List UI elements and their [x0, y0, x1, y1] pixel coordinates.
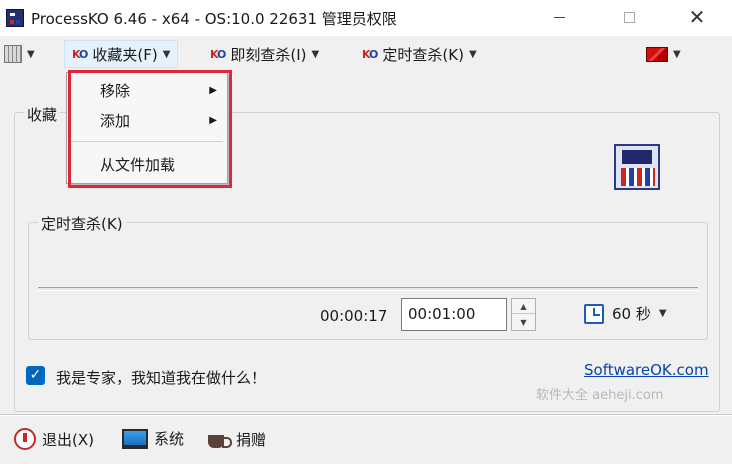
- donate-label: 捐赠: [236, 430, 267, 449]
- kill-now-menu-label: 即刻查杀(I): [230, 45, 307, 64]
- system-label: 系统: [154, 430, 185, 448]
- power-icon: [14, 428, 36, 450]
- timer-slider[interactable]: [38, 287, 698, 291]
- toolbar: ▼ KO 收藏夹(F) ▼ KO 即刻查杀(I) ▼ KO 定时查杀(K) ▼ …: [0, 36, 732, 72]
- spin-down-button[interactable]: ▼: [512, 315, 535, 330]
- expert-checkbox-label[interactable]: 我是专家，我知道我在做什么！: [56, 367, 266, 388]
- favorites-group-label: 收藏: [24, 104, 61, 125]
- timed-kill-menu-label: 定时查杀(K): [382, 45, 464, 64]
- minimize-button[interactable]: [536, 0, 582, 34]
- screen-icon: [622, 150, 652, 164]
- title-bar: ProcessKO 6.46 - x64 - OS:10.0 22631 管理员…: [0, 0, 732, 36]
- chevron-down-icon: ▼: [673, 48, 681, 60]
- exit-label: 退出(X): [42, 430, 94, 449]
- watermark: 软件大全 aeheji.com: [536, 388, 664, 403]
- processko-large-icon: [614, 144, 660, 190]
- menu-item-load-from-file[interactable]: 从文件加载: [67, 151, 227, 179]
- favorites-menu-button[interactable]: KO 收藏夹(F) ▼: [64, 40, 179, 68]
- window-title: ProcessKO 6.46 - x64 - OS:10.0 22631 管理员…: [31, 10, 397, 28]
- countdown-input[interactable]: 00:01:00: [401, 298, 507, 331]
- processko-ko-icon: KO: [72, 47, 88, 61]
- donate-button[interactable]: 捐赠: [206, 428, 266, 450]
- countdown-spinner: ▲ ▼: [511, 298, 536, 331]
- menu-separator: [71, 141, 223, 142]
- interval-value: 60 秒: [612, 305, 651, 323]
- menu-item-add-label: 添加: [100, 112, 131, 130]
- timed-kill-group-label: 定时查杀(K): [38, 213, 126, 234]
- chevron-right-icon: ▶: [209, 115, 217, 126]
- monitor-icon: [122, 428, 148, 449]
- coffee-icon: [206, 428, 232, 450]
- grid-view-icon: [4, 45, 22, 63]
- elapsed-time: 00:00:17: [320, 307, 388, 325]
- menu-item-add[interactable]: 添加 ▶: [67, 107, 227, 135]
- status-bar: 退出(X) 系统 捐赠: [0, 416, 732, 464]
- chevron-right-icon: ▶: [209, 85, 217, 96]
- expert-checkbox[interactable]: ✓: [26, 366, 45, 385]
- softwareok-link[interactable]: SoftwareOK.com: [584, 361, 709, 379]
- flag-icon: [646, 46, 668, 62]
- chevron-down-icon: ▼: [27, 48, 35, 60]
- menu-item-remove-label: 移除: [100, 82, 131, 100]
- chevron-down-icon: ▼: [468, 48, 477, 60]
- processko-ko-icon: KO: [210, 47, 226, 61]
- spin-up-button[interactable]: ▲: [512, 299, 535, 314]
- chevron-down-icon: ▼: [658, 308, 667, 319]
- chevron-down-icon: ▼: [162, 48, 171, 60]
- clock-icon: [584, 303, 604, 324]
- processko-app-icon[interactable]: [6, 9, 24, 27]
- chevron-down-icon: ▼: [311, 48, 320, 60]
- favorites-dropdown-menu: 移除 ▶ 添加 ▶ 从文件加载: [66, 72, 228, 184]
- kill-now-menu-button[interactable]: KO 即刻查杀(I) ▼: [210, 40, 319, 68]
- view-menu-button[interactable]: ▼: [4, 40, 35, 68]
- timed-kill-menu-button[interactable]: KO 定时查杀(K) ▼: [362, 40, 477, 68]
- language-menu-button[interactable]: ▼: [646, 40, 681, 68]
- system-button[interactable]: 系统: [122, 428, 184, 449]
- interval-dropdown[interactable]: 60 秒 ▼: [584, 303, 667, 324]
- menu-item-remove[interactable]: 移除 ▶: [67, 77, 227, 105]
- favorites-menu-label: 收藏夹(F): [92, 45, 158, 64]
- exit-button[interactable]: 退出(X): [14, 428, 94, 450]
- menu-item-load-label: 从文件加载: [100, 156, 176, 174]
- close-button[interactable]: ✕: [674, 0, 720, 34]
- process-grid-icon: [621, 168, 655, 186]
- processko-ko-icon: KO: [362, 47, 378, 61]
- maximize-button[interactable]: [606, 0, 652, 34]
- maximize-icon: [623, 11, 635, 23]
- minimize-icon: [553, 16, 565, 18]
